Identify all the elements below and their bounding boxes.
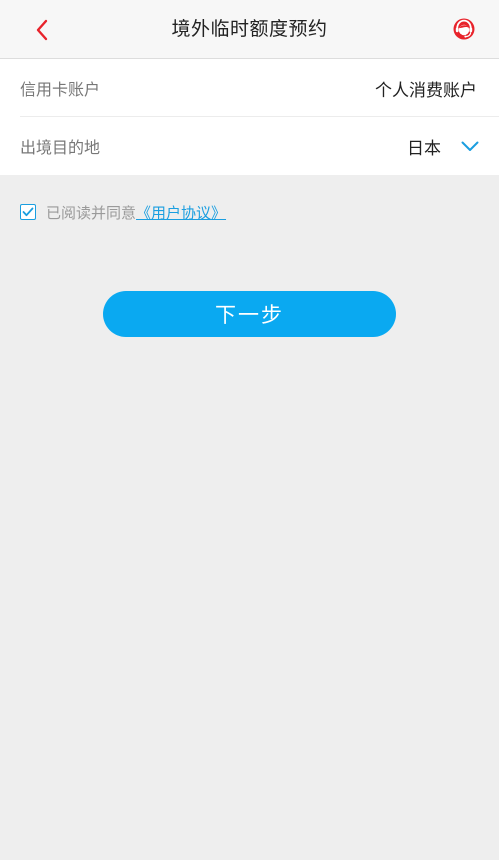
chevron-left-icon bbox=[36, 19, 48, 41]
agree-text: 已阅读并同意 bbox=[46, 203, 137, 222]
account-label: 信用卡账户 bbox=[20, 80, 101, 99]
back-button[interactable] bbox=[22, 10, 62, 50]
destination-row[interactable]: 出境目的地 日本 bbox=[0, 117, 499, 175]
destination-label: 出境目的地 bbox=[20, 138, 101, 157]
customer-service-icon bbox=[453, 18, 475, 40]
agreement: 已阅读并同意 《用户协议》 bbox=[20, 200, 226, 224]
account-row[interactable]: 信用卡账户 个人消费账户 bbox=[0, 59, 499, 117]
user-agreement-link[interactable]: 《用户协议》 bbox=[136, 202, 226, 223]
destination-value: 日本 bbox=[407, 138, 441, 159]
nav-bar: 境外临时额度预约 bbox=[0, 0, 499, 59]
customer-service-button[interactable] bbox=[449, 14, 479, 44]
destination-select[interactable]: 日本 bbox=[407, 134, 479, 159]
chevron-down-icon bbox=[461, 141, 479, 152]
form-group: 信用卡账户 个人消费账户 出境目的地 日本 bbox=[0, 59, 499, 175]
account-value: 个人消费账户 bbox=[375, 80, 477, 101]
agree-checkbox[interactable] bbox=[20, 204, 36, 220]
checkmark-icon bbox=[22, 207, 34, 217]
page: 境外临时额度预约 信用卡账户 个人消费账户 出境目的地 日本 已阅读并同意 《用… bbox=[0, 0, 499, 860]
page-title: 境外临时额度预约 bbox=[171, 18, 328, 40]
next-step-button[interactable]: 下一步 bbox=[103, 291, 396, 337]
